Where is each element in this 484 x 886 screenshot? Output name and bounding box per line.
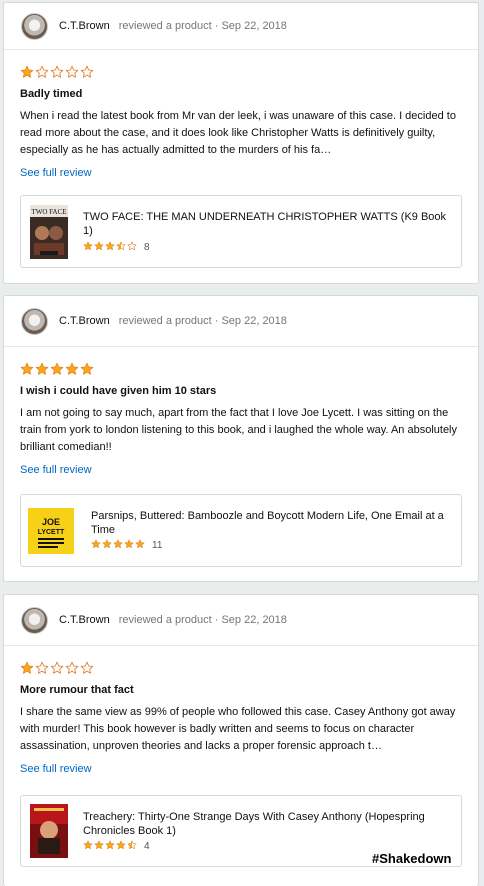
star-full-icon <box>80 362 94 375</box>
review-text: I share the same view as 99% of people w… <box>20 706 456 752</box>
review-header: C.T.Brown reviewed a product · Sep 22, 2… <box>4 296 478 347</box>
star-full-icon <box>94 241 104 251</box>
star-full-icon <box>124 539 134 549</box>
avatar[interactable] <box>21 307 48 335</box>
star-full-icon <box>105 840 115 850</box>
rating-count[interactable]: 11 <box>152 539 162 553</box>
review-card: C.T.Brown reviewed a product · Sep 22, 2… <box>3 2 479 284</box>
star-empty-icon <box>65 65 79 78</box>
rating-count[interactable]: 4 <box>144 840 150 854</box>
product-star-rating <box>91 539 146 553</box>
reviewer-name[interactable]: C.T.Brown <box>59 614 110 626</box>
review-star-rating <box>20 361 462 377</box>
star-empty-icon <box>65 661 79 674</box>
review-header: C.T.Brown reviewed a product · Sep 22, 2… <box>4 595 478 646</box>
watermark-text: #Shakedown <box>372 851 452 866</box>
star-full-icon <box>113 539 123 549</box>
star-empty-icon <box>50 65 64 78</box>
avatar[interactable] <box>21 606 48 634</box>
star-full-icon <box>35 362 49 375</box>
star-empty-icon <box>127 241 137 251</box>
see-full-review-link[interactable]: See full review <box>20 763 92 775</box>
review-star-rating <box>20 64 462 80</box>
review-card: C.T.Brown reviewed a product · Sep 22, 2… <box>3 594 479 886</box>
star-full-icon <box>20 362 34 375</box>
star-empty-icon <box>50 661 64 674</box>
reviewer-name[interactable]: C.T.Brown <box>59 315 110 327</box>
star-half-icon <box>116 241 126 251</box>
review-meta: reviewed a product · Sep 22, 2018 <box>118 315 287 327</box>
svg-text:LYCETT: LYCETT <box>38 529 65 536</box>
reviewer-name[interactable]: C.T.Brown <box>59 20 110 32</box>
star-full-icon <box>91 539 101 549</box>
product-title[interactable]: Treachery: Thirty-One Strange Days With … <box>83 810 453 838</box>
star-full-icon <box>135 539 145 549</box>
star-empty-icon <box>80 661 94 674</box>
product-star-rating <box>83 840 138 854</box>
svg-text:JOE: JOE <box>42 517 60 527</box>
star-empty-icon <box>80 65 94 78</box>
star-half-icon <box>127 840 137 850</box>
star-empty-icon <box>35 661 49 674</box>
star-full-icon <box>20 661 34 674</box>
product-star-rating <box>83 241 138 255</box>
review-title[interactable]: Badly timed <box>20 88 462 100</box>
review-meta: reviewed a product · Sep 22, 2018 <box>118 20 287 32</box>
star-full-icon <box>105 241 115 251</box>
review-card: C.T.Brown reviewed a product · Sep 22, 2… <box>3 295 479 582</box>
product-box[interactable]: TWO FACE TWO FACE: THE MAN UNDERNEATH CH… <box>20 195 462 268</box>
book-cover-two-face-icon[interactable]: TWO FACE <box>30 205 68 259</box>
review-star-rating <box>20 660 462 676</box>
book-cover-parsnips-buttered-icon[interactable]: JOE LYCETT <box>28 508 74 554</box>
star-full-icon <box>116 840 126 850</box>
star-full-icon <box>20 65 34 78</box>
product-info: Treachery: Thirty-One Strange Days With … <box>83 810 453 854</box>
star-full-icon <box>65 362 79 375</box>
star-full-icon <box>102 539 112 549</box>
product-box[interactable]: JOE LYCETT Parsnips, Buttered: Bamboozle… <box>20 494 462 567</box>
review-header: C.T.Brown reviewed a product · Sep 22, 2… <box>4 3 478 50</box>
product-info: TWO FACE: THE MAN UNDERNEATH CHRISTOPHER… <box>83 210 453 255</box>
avatar[interactable] <box>21 12 48 40</box>
review-text: I am not going to say much, apart from t… <box>20 407 458 453</box>
book-cover-treachery-icon[interactable] <box>30 804 68 858</box>
review-title[interactable]: More rumour that fact <box>20 684 462 696</box>
review-meta: reviewed a product · Sep 22, 2018 <box>118 614 287 626</box>
see-full-review-link[interactable]: See full review <box>20 464 92 476</box>
see-full-review-link[interactable]: See full review <box>20 167 92 179</box>
product-title[interactable]: Parsnips, Buttered: Bamboozle and Boycot… <box>91 509 453 537</box>
star-full-icon <box>50 362 64 375</box>
star-full-icon <box>83 241 93 251</box>
star-full-icon <box>83 840 93 850</box>
review-title[interactable]: I wish i could have given him 10 stars <box>20 385 462 397</box>
cover-title: TWO FACE <box>31 208 66 216</box>
product-title[interactable]: TWO FACE: THE MAN UNDERNEATH CHRISTOPHER… <box>83 210 453 238</box>
star-full-icon <box>94 840 104 850</box>
star-empty-icon <box>35 65 49 78</box>
rating-count[interactable]: 8 <box>144 241 150 255</box>
product-info: Parsnips, Buttered: Bamboozle and Boycot… <box>91 509 453 553</box>
review-text: When i read the latest book from Mr van … <box>20 110 456 156</box>
